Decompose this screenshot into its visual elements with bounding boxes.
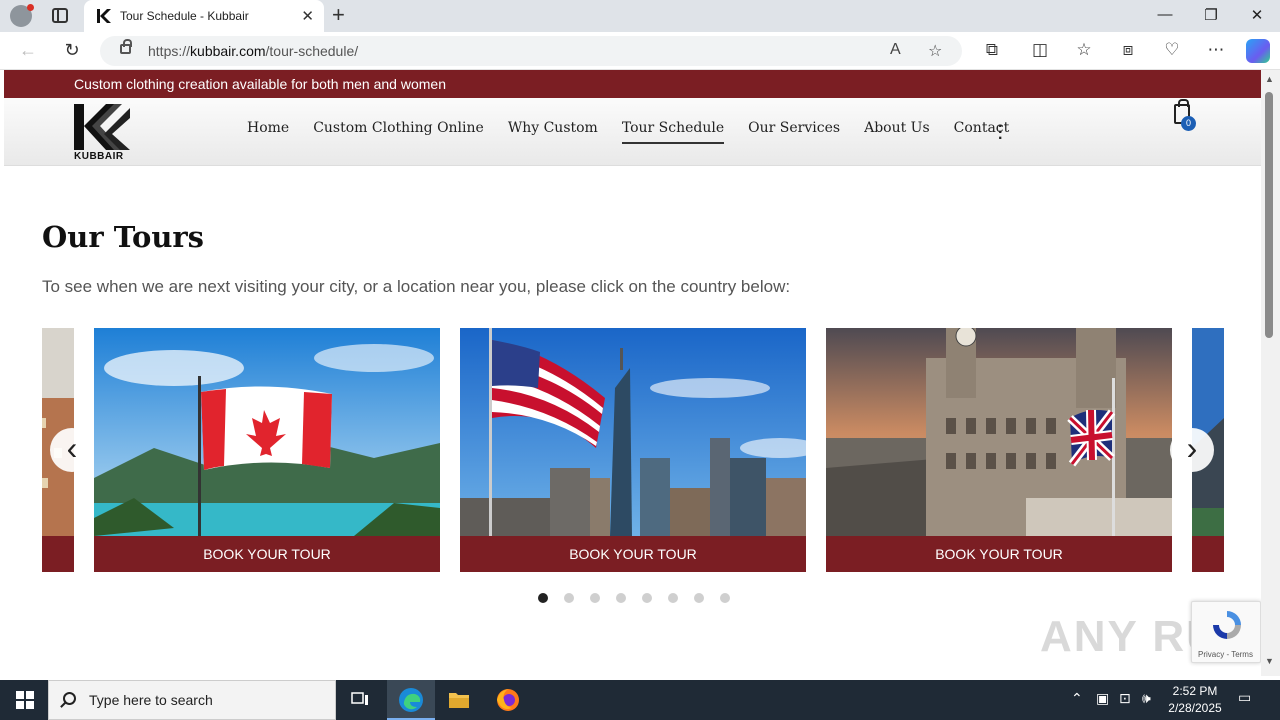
- book-tour-button-partial-right[interactable]: [1192, 536, 1224, 572]
- read-aloud-icon[interactable]: A: [890, 41, 901, 59]
- extensions-icon[interactable]: ⧉: [980, 40, 1004, 60]
- logo-text: KUBBAIR: [74, 151, 124, 162]
- carousel-prev-arrow-icon[interactable]: ‹: [50, 428, 94, 472]
- site-header: KUBBAIR Home Custom Clothing Online Why …: [4, 98, 1261, 166]
- canada-flag-image: [94, 328, 440, 536]
- notification-icon[interactable]: ▭: [1238, 689, 1251, 706]
- tour-carousel: BOOK YOUR TOUR BOOK YOUR TOUR BOOK YOUR …: [42, 328, 1224, 572]
- browser-essentials-icon[interactable]: ♡: [1160, 40, 1184, 60]
- tour-card-canada[interactable]: BOOK YOUR TOUR: [94, 328, 440, 572]
- tab-actions-icon[interactable]: [52, 8, 68, 23]
- nav-tour-schedule[interactable]: Tour Schedule: [621, 120, 725, 144]
- restore-icon[interactable]: ❐: [1196, 6, 1226, 24]
- network-icon[interactable]: ⊡: [1119, 690, 1131, 707]
- search-icon: [63, 692, 76, 705]
- search-placeholder: Type here to search: [89, 692, 213, 708]
- carousel-dot-2[interactable]: [564, 593, 574, 603]
- carousel-dot-5[interactable]: [642, 593, 652, 603]
- page-scrollbar[interactable]: ▲ ▼: [1261, 70, 1280, 676]
- favorite-star-icon[interactable]: ☆: [928, 41, 942, 61]
- favorites-icon[interactable]: ☆: [1072, 40, 1096, 60]
- task-view-icon[interactable]: [336, 680, 384, 720]
- tray-chevron-icon[interactable]: ⌃: [1071, 690, 1083, 707]
- kubbair-favicon-icon: [96, 9, 112, 23]
- nav-our-services[interactable]: Our Services: [748, 120, 840, 144]
- book-tour-button-canada[interactable]: BOOK YOUR TOUR: [94, 536, 440, 572]
- tour-card-usa[interactable]: BOOK YOUR TOUR: [460, 328, 806, 572]
- browser-tab-bar: Tour Schedule - Kubbair ✕ + — ❐ ✕: [0, 0, 1280, 32]
- book-tour-button-uk[interactable]: BOOK YOUR TOUR: [826, 536, 1172, 572]
- promo-banner: Custom clothing creation available for b…: [4, 70, 1261, 98]
- recaptcha-badge[interactable]: Privacy - Terms: [1191, 601, 1261, 663]
- recaptcha-icon: [1213, 611, 1241, 639]
- page-title: Our Tours: [42, 220, 205, 254]
- split-screen-icon[interactable]: ◫: [1028, 40, 1052, 60]
- nav-home[interactable]: Home: [247, 120, 289, 144]
- edge-taskbar-icon[interactable]: [387, 680, 435, 720]
- book-tour-button-partial[interactable]: [42, 536, 74, 572]
- uk-flag-image: [826, 328, 1172, 536]
- carousel-dot-3[interactable]: [590, 593, 600, 603]
- notification-dot: [27, 4, 34, 11]
- scroll-up-icon[interactable]: ▲: [1265, 74, 1274, 84]
- more-menu-icon[interactable]: ⋯: [1204, 40, 1228, 60]
- url-field[interactable]: https://kubbair.com/tour-schedule/ A ☆: [100, 36, 962, 66]
- taskbar-search-box[interactable]: Type here to search: [48, 680, 336, 720]
- volume-icon[interactable]: 🕪: [1142, 690, 1151, 707]
- carousel-dots: [538, 593, 730, 603]
- scroll-down-icon[interactable]: ▼: [1265, 656, 1274, 666]
- carousel-dot-7[interactable]: [694, 593, 704, 603]
- url-text[interactable]: https://kubbair.com/tour-schedule/: [148, 43, 358, 59]
- page-subtitle: To see when we are next visiting your ci…: [42, 277, 791, 296]
- web-page: Custom clothing creation available for b…: [4, 70, 1261, 676]
- firefox-icon[interactable]: [484, 680, 532, 720]
- minimize-icon[interactable]: —: [1150, 6, 1180, 23]
- lock-icon[interactable]: [120, 39, 132, 54]
- new-tab-icon[interactable]: +: [332, 4, 345, 26]
- carousel-dot-6[interactable]: [668, 593, 678, 603]
- collections-icon[interactable]: ⧈: [1116, 40, 1140, 60]
- main-nav: Home Custom Clothing Online Why Custom T…: [247, 120, 1033, 144]
- close-window-icon[interactable]: ✕: [1242, 6, 1272, 24]
- browser-tab[interactable]: Tour Schedule - Kubbair ✕: [84, 0, 324, 32]
- tab-title: Tour Schedule - Kubbair: [120, 9, 249, 23]
- windows-taskbar: Type here to search ⌃ ▣ ⊡ 🕪 2:52 PM 2/28…: [0, 680, 1280, 720]
- book-tour-button-usa[interactable]: BOOK YOUR TOUR: [460, 536, 806, 572]
- taskbar-clock[interactable]: 2:52 PM 2/28/2025: [1164, 683, 1226, 717]
- cart-count-badge: 0: [1181, 116, 1196, 131]
- close-tab-icon[interactable]: ✕: [301, 7, 314, 25]
- file-explorer-icon[interactable]: [435, 680, 483, 720]
- tour-card-uk[interactable]: BOOK YOUR TOUR: [826, 328, 1172, 572]
- recaptcha-links[interactable]: Privacy - Terms: [1198, 650, 1253, 659]
- more-nav-icon[interactable]: · · ·: [998, 119, 1003, 147]
- tray-device-icon[interactable]: ▣: [1096, 690, 1109, 707]
- site-logo[interactable]: KUBBAIR: [74, 104, 130, 162]
- carousel-dot-8[interactable]: [720, 593, 730, 603]
- carousel-dot-4[interactable]: [616, 593, 626, 603]
- back-icon[interactable]: ←: [16, 40, 40, 61]
- copilot-icon[interactable]: [1246, 39, 1270, 63]
- clock-time: 2:52 PM: [1172, 684, 1218, 698]
- carousel-dot-1[interactable]: [538, 593, 548, 603]
- refresh-icon[interactable]: ↻: [60, 40, 84, 61]
- clock-date: 2/28/2025: [1168, 701, 1222, 715]
- carousel-next-arrow-icon[interactable]: ›: [1170, 428, 1214, 472]
- usa-flag-image: [460, 328, 806, 536]
- nav-custom-clothing-online[interactable]: Custom Clothing Online: [313, 120, 484, 144]
- nav-about-us[interactable]: About Us: [864, 120, 930, 144]
- address-bar: ← ↻ https://kubbair.com/tour-schedule/ A…: [0, 32, 1280, 70]
- windows-start-icon[interactable]: [16, 691, 34, 709]
- nav-why-custom[interactable]: Why Custom: [508, 120, 598, 144]
- promo-text: Custom clothing creation available for b…: [74, 76, 446, 92]
- scroll-thumb[interactable]: [1265, 92, 1273, 338]
